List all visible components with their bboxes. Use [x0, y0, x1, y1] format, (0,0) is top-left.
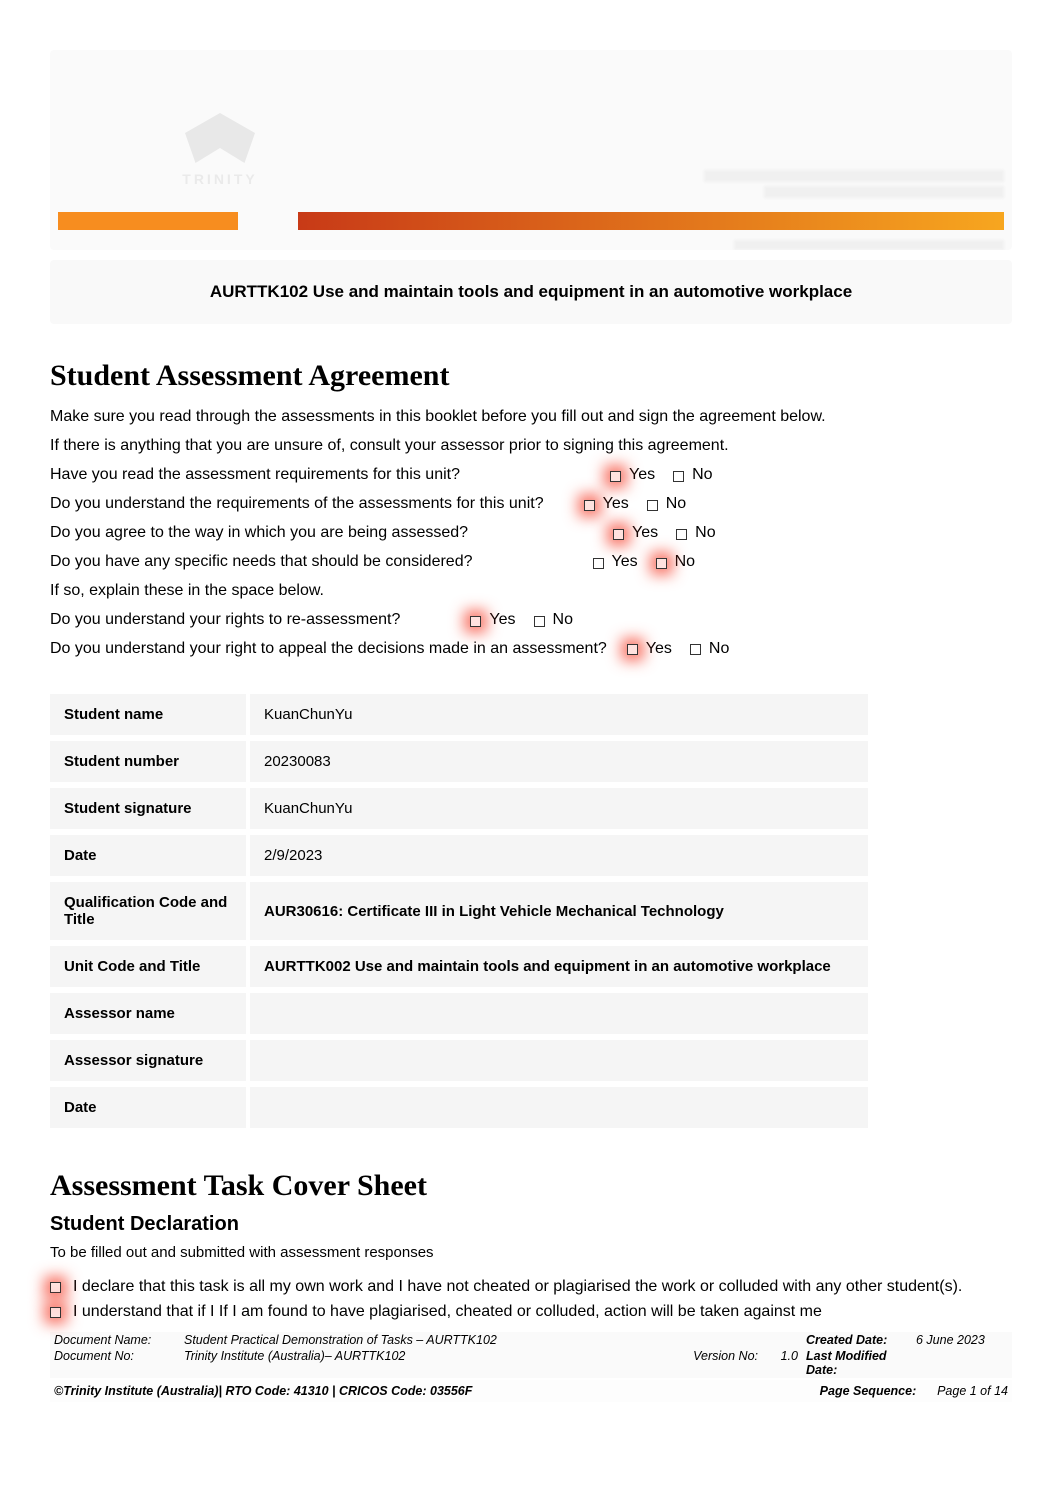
table-row-label: Unit Code and Title: [50, 946, 250, 987]
table-row: Date: [50, 1087, 868, 1128]
yes-label: Yes: [632, 519, 658, 548]
no-label: No: [553, 606, 573, 635]
page-seq-value: Page 1 of 14: [937, 1384, 1008, 1398]
trinity-logo: TRINITY: [150, 80, 290, 220]
table-row-value: KuanChunYu: [250, 788, 868, 829]
section-heading-agreement: Student Assessment Agreement: [50, 359, 1012, 393]
table-row-value: [250, 1087, 868, 1128]
table-row: Assessor signature: [50, 1040, 868, 1081]
no-label: No: [695, 519, 715, 548]
page-seq-label: Page Sequence:: [820, 1384, 917, 1398]
logo-text: TRINITY: [182, 171, 257, 187]
footer-bottom-line: ©Trinity Institute (Australia)| RTO Code…: [50, 1380, 1012, 1402]
table-row-label: Assessor signature: [50, 1040, 250, 1081]
declaration-1-text: I declare that this task is all my own w…: [73, 1276, 962, 1298]
q6-no-checkbox[interactable]: [690, 644, 701, 655]
version-no-value: 1.0: [762, 1348, 802, 1378]
table-row: Assessor name: [50, 993, 868, 1034]
unit-title-banner: AURTTK102 Use and maintain tools and equ…: [50, 260, 1012, 324]
yes-label: Yes: [489, 606, 515, 635]
question-6: Do you understand your right to appeal t…: [50, 635, 607, 664]
no-label: No: [675, 548, 695, 577]
q2-yes-checkbox[interactable]: [584, 500, 595, 511]
copyright-text: ©Trinity Institute (Australia)| RTO Code…: [54, 1384, 472, 1398]
doc-name-value: Student Practical Demonstration of Tasks…: [180, 1332, 672, 1348]
version-no-label: Version No:: [672, 1348, 762, 1378]
created-date-value: 6 June 2023: [912, 1332, 1012, 1348]
q1-no-checkbox[interactable]: [673, 471, 684, 482]
table-row: Unit Code and TitleAURTTK002 Use and mai…: [50, 946, 868, 987]
doc-name-label: Document Name:: [50, 1332, 180, 1348]
q3-yes-checkbox[interactable]: [613, 529, 624, 540]
q4-yes-checkbox[interactable]: [593, 558, 604, 569]
q5-no-checkbox[interactable]: [534, 616, 545, 627]
yes-label: Yes: [612, 548, 638, 577]
table-row-value: KuanChunYu: [250, 694, 868, 735]
created-date-label: Created Date:: [802, 1332, 912, 1348]
question-3: Do you agree to the way in which you are…: [50, 519, 468, 548]
header-accent-bar: [50, 212, 1012, 230]
table-row-label: Date: [50, 835, 250, 876]
intro-text-1: Make sure you read through the assessmen…: [50, 403, 1012, 430]
no-label: No: [709, 635, 729, 664]
table-row-value: [250, 1040, 868, 1081]
table-row-label: Student name: [50, 694, 250, 735]
q2-no-checkbox[interactable]: [647, 500, 658, 511]
last-modified-label: Last Modified Date:: [802, 1348, 912, 1378]
table-row-label: Assessor name: [50, 993, 250, 1034]
document-header: TRINITY AURTTK102 Use and maintain tools…: [50, 50, 1012, 324]
declaration-1-checkbox[interactable]: [50, 1282, 61, 1293]
table-row-label: Qualification Code and Title: [50, 882, 250, 940]
table-row: Date2/9/2023: [50, 835, 868, 876]
declaration-2-checkbox[interactable]: [50, 1307, 61, 1318]
doc-no-value: Trinity Institute (Australia)– AURTTK102: [180, 1348, 672, 1378]
yes-label: Yes: [646, 635, 672, 664]
q1-yes-checkbox[interactable]: [610, 471, 621, 482]
question-4: Do you have any specific needs that shou…: [50, 548, 473, 577]
intro-text-2: If there is anything that you are unsure…: [50, 432, 1012, 459]
q6-yes-checkbox[interactable]: [627, 644, 638, 655]
yes-label: Yes: [629, 461, 655, 490]
yes-label: Yes: [603, 490, 629, 519]
footer-meta-table: Document Name: Student Practical Demonst…: [50, 1332, 1012, 1378]
declaration-2-text: I understand that if I If I am found to …: [73, 1301, 822, 1323]
table-row: Student number20230083: [50, 741, 868, 782]
q4-no-checkbox[interactable]: [656, 558, 667, 569]
table-row-label: Student number: [50, 741, 250, 782]
table-row-value: AUR30616: Certificate III in Light Vehic…: [250, 882, 868, 940]
table-row: Student nameKuanChunYu: [50, 694, 868, 735]
table-row-value: 2/9/2023: [250, 835, 868, 876]
eagle-icon: [185, 113, 255, 163]
q5-yes-checkbox[interactable]: [470, 616, 481, 627]
student-info-table: Student nameKuanChunYuStudent number2023…: [50, 688, 868, 1134]
table-row-value: [250, 993, 868, 1034]
table-row-label: Student signature: [50, 788, 250, 829]
declaration-instruction: To be filled out and submitted with asse…: [50, 1240, 1012, 1266]
question-4-follow: If so, explain these in the space below.: [50, 577, 1012, 604]
no-label: No: [692, 461, 712, 490]
doc-no-label: Document No:: [50, 1348, 180, 1378]
question-5: Do you understand your rights to re-asse…: [50, 606, 400, 635]
no-label: No: [666, 490, 686, 519]
table-row-value: 20230083: [250, 741, 868, 782]
table-row-label: Date: [50, 1087, 250, 1128]
q3-no-checkbox[interactable]: [676, 529, 687, 540]
question-1: Have you read the assessment requirement…: [50, 461, 460, 490]
declaration-subtitle: Student Declaration: [50, 1213, 1012, 1236]
table-row: Qualification Code and TitleAUR30616: Ce…: [50, 882, 868, 940]
table-row: Student signatureKuanChunYu: [50, 788, 868, 829]
section-heading-cover-sheet: Assessment Task Cover Sheet: [50, 1169, 1012, 1203]
table-row-value: AURTTK002 Use and maintain tools and equ…: [250, 946, 868, 987]
question-2: Do you understand the requirements of th…: [50, 490, 544, 519]
